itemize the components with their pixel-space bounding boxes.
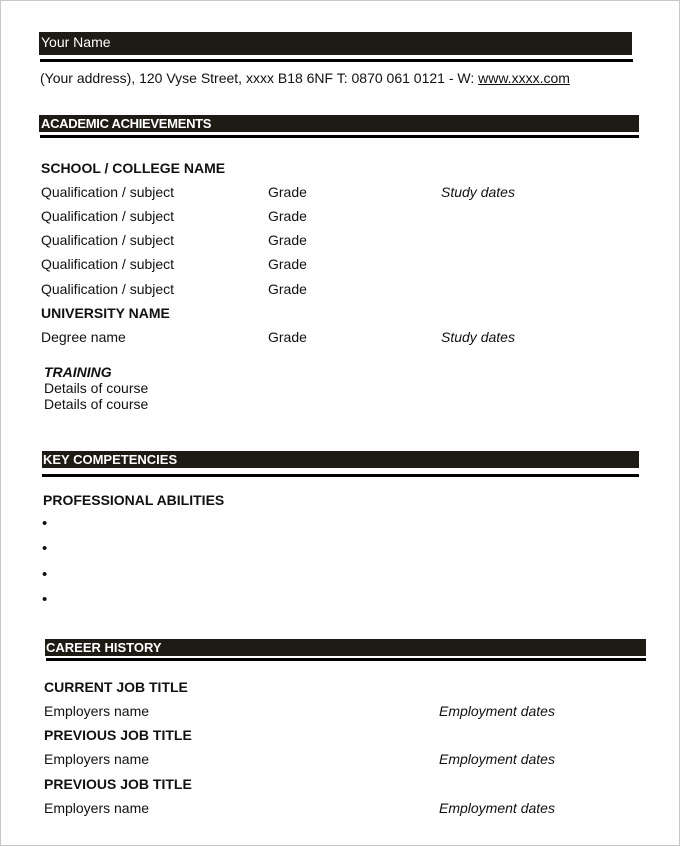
job-title: CURRENT JOB TITLE <box>44 679 188 695</box>
section-title: ACADEMIC ACHIEVEMENTS <box>41 116 212 131</box>
ability-bullet: • <box>42 515 48 532</box>
section-title: CAREER HISTORY <box>46 640 162 655</box>
qualification-subject: Qualification / subject <box>41 208 175 224</box>
employment-dates: Employment dates <box>439 800 555 816</box>
qualification-subject: Qualification / subject <box>41 256 175 272</box>
academic-underline <box>40 135 639 138</box>
qualification-subject: Qualification / subject <box>41 281 175 297</box>
degree-name: Degree name <box>41 329 126 345</box>
training-title: TRAINING <box>44 364 112 380</box>
ability-bullet: • <box>42 591 48 608</box>
name-banner: Your Name <box>39 32 632 55</box>
qualification-subject: Qualification / subject <box>41 232 175 248</box>
employment-dates: Employment dates <box>439 703 555 719</box>
qualification-subject: Qualification / subject <box>41 184 175 200</box>
competencies-underline <box>42 474 639 477</box>
job-title: PREVIOUS JOB TITLE <box>44 727 192 743</box>
study-dates: Study dates <box>441 329 515 345</box>
academic-achievements-header: ACADEMIC ACHIEVEMENTS <box>39 115 639 132</box>
employer-name: Employers name <box>44 703 150 719</box>
section-title: KEY COMPETENCIES <box>43 452 178 467</box>
career-underline <box>46 658 646 661</box>
employer-name: Employers name <box>44 800 150 816</box>
professional-abilities-title: PROFESSIONAL ABILITIES <box>43 492 225 508</box>
website-link[interactable]: www.xxxx.com <box>478 70 570 86</box>
grade: Grade <box>268 184 307 200</box>
your-name: Your Name <box>41 34 111 50</box>
grade: Grade <box>268 232 307 248</box>
grade: Grade <box>268 208 307 224</box>
grade: Grade <box>268 281 307 297</box>
study-dates: Study dates <box>441 184 515 200</box>
training-course: Details of course <box>44 396 149 412</box>
grade: Grade <box>268 256 307 272</box>
ability-bullet: • <box>42 540 48 557</box>
ability-bullet: • <box>42 566 48 583</box>
contact-line: (Your address), 120 Vyse Street, xxxx B1… <box>40 70 570 87</box>
school-name: SCHOOL / COLLEGE NAME <box>41 160 226 176</box>
career-history-header: CAREER HISTORY <box>45 639 646 656</box>
key-competencies-header: KEY COMPETENCIES <box>42 451 639 468</box>
training-course: Details of course <box>44 380 149 396</box>
employment-dates: Employment dates <box>439 751 555 767</box>
job-title: PREVIOUS JOB TITLE <box>44 776 192 792</box>
employer-name: Employers name <box>44 751 150 767</box>
contact-text: (Your address), 120 Vyse Street, xxxx B1… <box>40 70 479 86</box>
grade: Grade <box>268 329 307 345</box>
university-name: UNIVERSITY NAME <box>41 305 170 321</box>
name-underline <box>40 59 633 62</box>
